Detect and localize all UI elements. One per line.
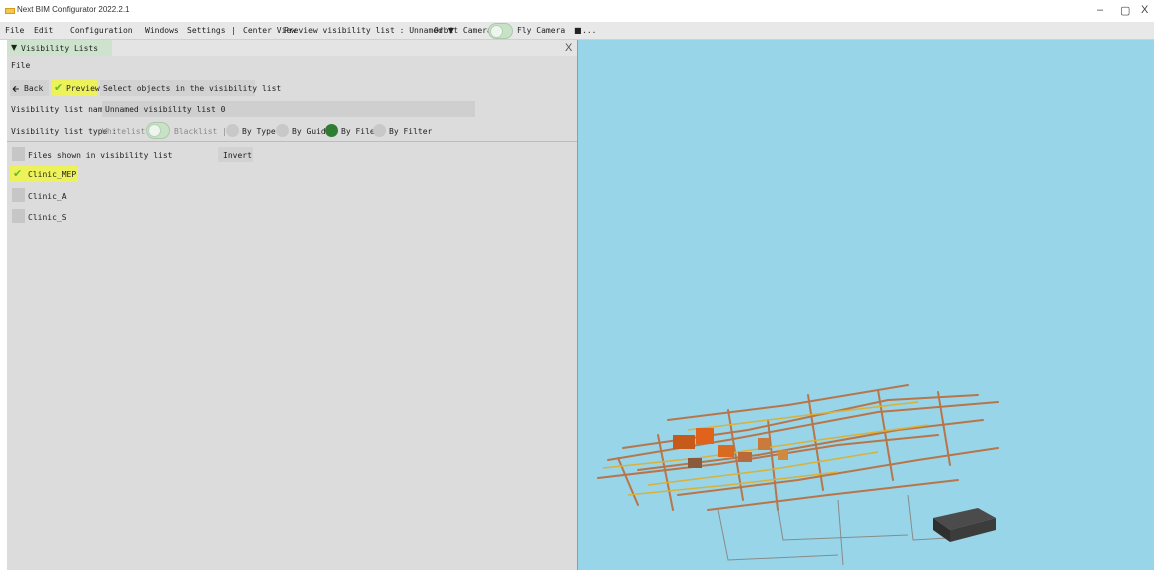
file-name: Clinic_S xyxy=(28,213,67,222)
file-name: Clinic_MEP xyxy=(28,170,77,179)
menu-separator: | xyxy=(231,26,236,35)
video-camera-icon: ■ xyxy=(574,26,582,35)
menu-bar: File Edit Configuration Windows Settings… xyxy=(0,22,1154,40)
by-filter-radio[interactable] xyxy=(373,124,386,137)
menu-configuration[interactable]: Configuration xyxy=(70,26,133,35)
file-item-clinic-mep[interactable]: ✔ Clinic_MEP xyxy=(10,166,78,182)
panel-menu-file[interactable]: File xyxy=(11,61,30,70)
invert-button[interactable]: Invert xyxy=(218,147,253,162)
title-bar: Next BIM Configurator 2022.2.1 – ▢ X xyxy=(0,0,1154,22)
more-menu[interactable]: ... xyxy=(582,26,596,35)
files-header-label: Files shown in visibility list xyxy=(28,151,173,160)
back-button[interactable]: 🡰 Back xyxy=(10,80,49,96)
app-logo-icon xyxy=(5,8,15,14)
menu-edit[interactable]: Edit xyxy=(34,26,53,35)
checkmark-icon: ✔ xyxy=(54,81,64,94)
by-filter-label: By Filter xyxy=(389,127,433,136)
toggle-knob xyxy=(148,124,161,137)
preview-visibility-list-dropdown[interactable]: Preview visibility list : Unnamed ▼ xyxy=(284,26,454,35)
minimize-button[interactable]: – xyxy=(1097,4,1103,16)
menu-file[interactable]: File xyxy=(5,26,24,35)
collapse-icon: ▼ xyxy=(11,43,18,52)
close-window-button[interactable]: X xyxy=(1141,4,1148,16)
preview-toggle-button[interactable]: ✔ Preview xyxy=(52,80,100,96)
menu-settings[interactable]: Settings xyxy=(187,26,226,35)
by-file-radio[interactable] xyxy=(325,124,338,137)
toggle-knob xyxy=(490,25,503,38)
panel-tab-title: Visibility Lists xyxy=(21,44,99,53)
tab-visibility-lists[interactable]: ▼ Visibility Lists xyxy=(7,40,112,56)
whitelist-label: Whitelist xyxy=(102,127,146,136)
back-label: Back xyxy=(24,84,44,93)
file-checkbox-clinic-a[interactable] xyxy=(12,188,25,202)
file-name: Clinic_A xyxy=(28,192,67,201)
list-name-input[interactable]: Unnamed visibility list 0 xyxy=(102,101,475,117)
window-title: Next BIM Configurator 2022.2.1 xyxy=(17,5,130,14)
by-file-label: By File xyxy=(341,127,375,136)
menu-windows[interactable]: Windows xyxy=(145,26,179,35)
panel-divider xyxy=(7,141,577,142)
select-all-files-checkbox[interactable] xyxy=(12,147,25,161)
checkmark-icon: ✔ xyxy=(13,167,23,180)
fly-camera-label: Fly Camera xyxy=(517,26,566,35)
by-type-radio[interactable] xyxy=(226,124,239,137)
by-type-label: By Type xyxy=(242,127,276,136)
bim-model-render xyxy=(597,384,999,566)
select-objects-label: Select objects in the visibility list xyxy=(103,84,282,93)
blacklist-label: Blacklist | xyxy=(174,127,227,136)
by-guid-label: By Guid xyxy=(292,127,326,136)
visibility-lists-panel: ▼ Visibility Lists X File 🡰 Back ✔ Previ… xyxy=(7,40,577,570)
by-guid-radio[interactable] xyxy=(276,124,289,137)
chiller-unit xyxy=(933,508,996,542)
select-objects-button[interactable]: Select objects in the visibility list xyxy=(100,80,281,96)
orbit-camera-label: Orbit Camera xyxy=(434,26,492,35)
panel-close-button[interactable]: X xyxy=(565,42,572,54)
list-name-value: Unnamed visibility list 0 xyxy=(105,105,226,114)
preview-visibility-list-label: Preview visibility list : Unnamed xyxy=(284,26,443,35)
back-arrow-icon: 🡰 xyxy=(12,85,20,95)
3d-viewport[interactable] xyxy=(578,40,1154,570)
invert-label: Invert xyxy=(223,151,252,160)
whitelist-blacklist-toggle[interactable] xyxy=(146,122,170,139)
maximize-button[interactable]: ▢ xyxy=(1120,4,1130,17)
camera-mode-toggle[interactable] xyxy=(488,23,513,39)
file-checkbox-clinic-s[interactable] xyxy=(12,209,25,223)
preview-label: Preview xyxy=(66,84,100,93)
